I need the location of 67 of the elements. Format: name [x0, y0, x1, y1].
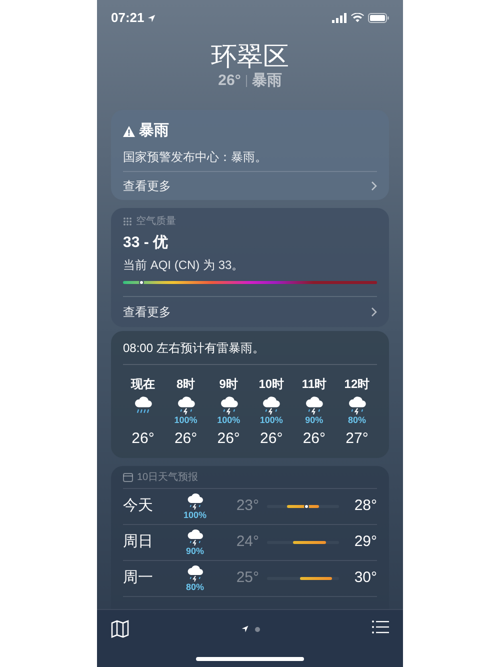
hour-label: 12时: [344, 376, 370, 392]
thunderstorm-icon: [218, 394, 239, 414]
hour-temperature: 26°: [302, 430, 326, 448]
location-arrow-icon[interactable]: [241, 625, 249, 633]
precipitation-chance: 90%: [305, 414, 324, 426]
status-time: 07:21: [111, 9, 144, 28]
thunderstorm-icon: [186, 528, 204, 546]
chevron-icon: [371, 306, 377, 316]
wifi-icon: [351, 13, 364, 23]
hour-temperature: 26°: [260, 430, 283, 448]
thunderstorm-icon: [176, 394, 196, 414]
temperature-range-bar: [286, 504, 320, 508]
day-label: 周一: [123, 568, 154, 588]
current-temperature: 26°: [218, 72, 241, 90]
see-more-link[interactable]: 查看更多: [123, 172, 377, 200]
thunderstorm-icon: [186, 564, 204, 582]
temperature-range-bar: [300, 576, 332, 580]
forecast-title: 10日天气预报: [137, 470, 198, 484]
thunderstorm-icon: [261, 394, 282, 414]
hourly-summary: 08:00 左右预计有雷暴雨。: [123, 330, 377, 364]
day-label: 今天: [123, 496, 154, 516]
high-temperature: 28°: [353, 496, 377, 516]
precipitation-chance: 90%: [186, 546, 204, 556]
thunderstorm-icon: [304, 394, 324, 414]
hour-label: 8时: [176, 376, 196, 392]
hour-temperature: 27°: [346, 430, 368, 448]
hour-label: 11时: [302, 376, 327, 392]
precipitation-chance: 100%: [183, 510, 207, 520]
precipitation-chance: 100%: [260, 414, 283, 426]
precipitation-chance: 80%: [348, 414, 366, 426]
current-temperature-marker: [304, 504, 310, 508]
temperature-range-bar: [293, 540, 326, 544]
rain-cloud-icon: [133, 394, 153, 414]
hour-temperature: 26°: [217, 430, 240, 448]
list-icon[interactable]: [372, 620, 389, 634]
air-quality-label: 空气质量: [136, 214, 176, 228]
thunderstorm-icon: [346, 394, 367, 414]
calendar-icon: [123, 472, 133, 482]
alert-title: 暴雨: [139, 121, 169, 141]
high-temperature: 29°: [353, 532, 377, 552]
location-arrow-icon: [147, 14, 156, 22]
hour-label: 10时: [258, 376, 284, 392]
low-temperature: 25°: [235, 568, 259, 588]
thunderstorm-icon: [186, 492, 204, 510]
aqi-value: 33 - 优: [123, 234, 170, 252]
alert-text: 国家预警发布中心：暴雨。: [123, 148, 268, 164]
aqi-description: 当前 AQI (CN) 为 33。: [123, 256, 245, 272]
hour-label: 现在: [131, 376, 155, 392]
see-more-link[interactable]: 查看更多: [123, 296, 377, 326]
map-icon[interactable]: [111, 620, 129, 638]
location-name: 环翠区: [211, 40, 289, 72]
warning-icon: [123, 126, 135, 137]
hour-temperature: 26°: [174, 430, 198, 448]
signal-icon: [332, 13, 347, 23]
low-temperature: 23°: [235, 496, 259, 516]
precipitation-chance: 80%: [186, 582, 204, 592]
chevron-icon: [371, 180, 377, 190]
high-temperature: 30°: [353, 568, 377, 588]
hour-temperature: 26°: [132, 430, 154, 448]
battery-icon: [368, 13, 389, 23]
current-condition: 暴雨: [252, 72, 282, 90]
day-label: 周日: [123, 532, 154, 552]
low-temperature: 24°: [235, 532, 259, 552]
precipitation-chance: 100%: [174, 414, 198, 426]
precipitation-chance: 100%: [217, 414, 240, 426]
dots-icon: [123, 216, 132, 226]
hour-label: 9时: [219, 376, 238, 392]
